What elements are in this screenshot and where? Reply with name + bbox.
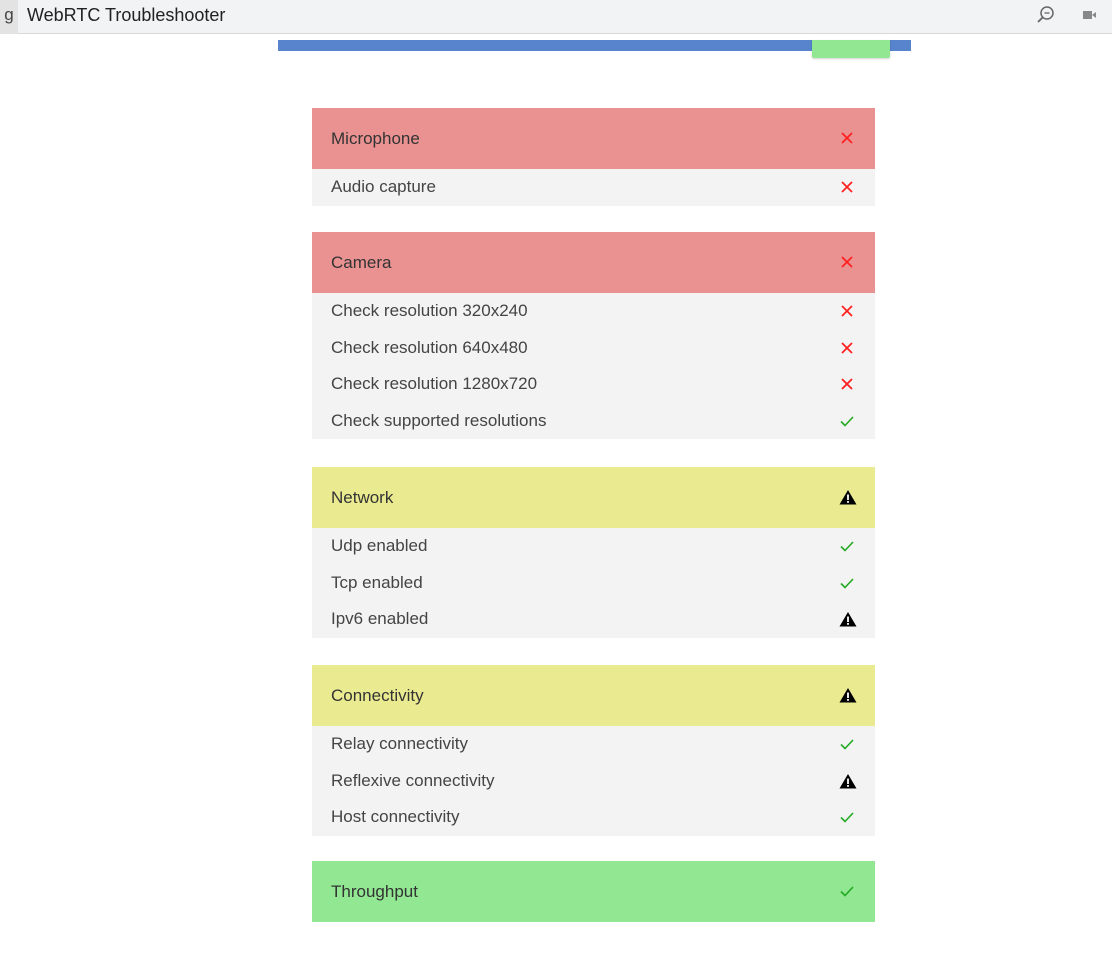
test-list: Audio capture xyxy=(312,169,875,206)
warning-icon xyxy=(839,773,857,789)
check-icon xyxy=(839,736,855,752)
section-throughput: Throughput xyxy=(312,861,875,922)
check-icon xyxy=(839,538,855,554)
warning-icon xyxy=(839,611,857,627)
warning-icon xyxy=(839,489,857,505)
test-row: Host connectivity xyxy=(312,799,875,836)
section-title: Camera xyxy=(331,253,392,272)
cross-icon xyxy=(839,303,855,319)
test-row: Check resolution 320x240 xyxy=(312,293,875,330)
test-row: Ipv6 enabled xyxy=(312,601,875,638)
section-camera: Camera Check resolution 320x240 Check reso… xyxy=(312,232,875,439)
section-header[interactable]: Camera xyxy=(312,232,875,293)
section-title: Throughput xyxy=(331,882,418,901)
check-icon xyxy=(839,413,855,429)
check-icon xyxy=(839,883,855,899)
browser-toolbar: g WebRTC Troubleshooter xyxy=(0,0,1112,34)
test-label: Host connectivity xyxy=(331,807,460,826)
test-label: Reflexive connectivity xyxy=(331,770,495,790)
check-icon xyxy=(839,575,855,591)
section-title: Network xyxy=(331,488,394,507)
section-header[interactable]: Network xyxy=(312,467,875,528)
previous-tab-fragment[interactable]: g xyxy=(0,0,18,34)
test-list: Relay connectivity Reflexive connectivity… xyxy=(312,726,875,836)
test-label: Audio capture xyxy=(331,177,436,196)
section-title: Connectivity xyxy=(331,686,424,705)
check-icon xyxy=(839,809,855,825)
warning-icon xyxy=(839,687,857,703)
section-microphone: Microphone Audio capture xyxy=(312,108,875,206)
section-header[interactable]: Connectivity xyxy=(312,665,875,726)
test-label: Check resolution 640x480 xyxy=(331,337,528,357)
test-label: Check supported resolutions xyxy=(331,410,547,430)
test-row: Audio capture xyxy=(312,169,875,206)
test-label: Check resolution 1280x720 xyxy=(331,374,538,393)
test-row: Udp enabled xyxy=(312,528,875,565)
test-row: Reflexive connectivity xyxy=(312,763,875,800)
test-list: Udp enabled Tcp enabled Ipv6 enabled xyxy=(312,528,875,638)
section-header[interactable]: Throughput xyxy=(312,861,875,922)
camera-icon[interactable] xyxy=(1082,8,1098,27)
section-connectivity: Connectivity Relay connectivity Reflexive … xyxy=(312,665,875,836)
cross-icon xyxy=(839,254,855,270)
test-label: Ipv6 enabled xyxy=(331,609,429,628)
test-row: Relay connectivity xyxy=(312,726,875,763)
test-row: Check supported resolutions xyxy=(312,403,875,440)
test-row: Check resolution 1280x720 xyxy=(312,366,875,403)
test-row: Check resolution 640x480 xyxy=(312,330,875,367)
section-network: Network Udp enabled Tcp enabled Ipv6 enable… xyxy=(312,467,875,638)
test-row: Tcp enabled xyxy=(312,565,875,602)
test-list: Check resolution 320x240 Check resolution… xyxy=(312,293,875,439)
cross-icon xyxy=(839,376,855,392)
zoom-icon[interactable] xyxy=(1036,5,1056,30)
start-button[interactable] xyxy=(812,40,890,58)
test-label: Check resolution 320x240 xyxy=(331,301,528,320)
test-label: Udp enabled xyxy=(331,536,428,555)
page-title: WebRTC Troubleshooter xyxy=(27,5,226,25)
cross-icon xyxy=(839,179,855,195)
test-label: Tcp enabled xyxy=(331,572,423,592)
section-header[interactable]: Microphone xyxy=(312,108,875,169)
section-title: Microphone xyxy=(331,129,420,148)
test-label: Relay connectivity xyxy=(331,734,469,753)
cross-icon xyxy=(839,340,855,356)
cross-icon xyxy=(839,130,855,146)
